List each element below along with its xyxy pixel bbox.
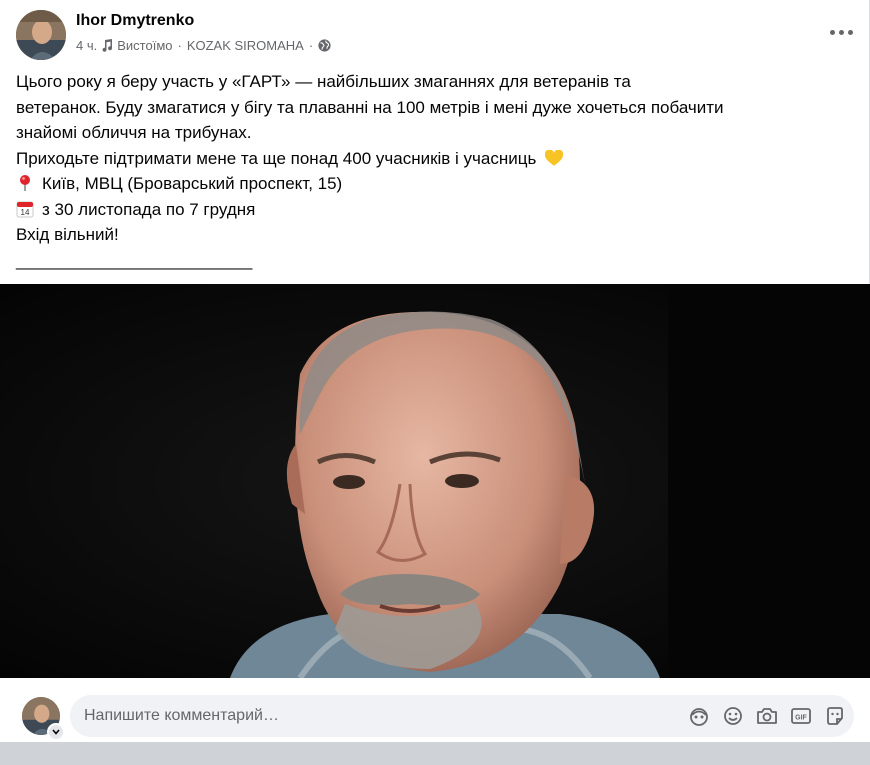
text-line: ветеранок. Буду змагатися у бігу та плав… xyxy=(16,97,724,117)
more-horizontal-icon xyxy=(829,29,835,35)
song-title[interactable]: Вистоїмо xyxy=(117,38,172,53)
comment-placeholder: Напишите комментарий… xyxy=(84,707,279,724)
location-text: Київ, МВЦ (Броварський проспект, 15) xyxy=(42,174,343,193)
chevron-down-icon xyxy=(52,729,60,735)
author-name[interactable]: Ihor Dmytrenko xyxy=(76,12,194,30)
round-pushpin-icon xyxy=(20,175,30,191)
comment-composer: Напишите комментарий… GIF xyxy=(0,678,870,742)
comment-tools: GIF xyxy=(688,705,846,727)
meta-separator: · xyxy=(308,38,314,53)
text-divider: _________________________ xyxy=(16,250,253,270)
next-post-strip xyxy=(0,742,870,765)
text-line: Приходьте підтримати мене та ще понад 40… xyxy=(16,146,816,172)
entry-line: Вхід вільний! xyxy=(16,225,119,244)
sticker-icon[interactable] xyxy=(824,705,846,727)
post-photo[interactable] xyxy=(0,284,870,678)
post-text: Цього року я беру участь у «ГАРТ» — найб… xyxy=(16,69,816,273)
text-line-content: Приходьте підтримати мене та ще понад 40… xyxy=(16,148,537,168)
more-options-button[interactable] xyxy=(827,18,855,46)
emoji-icon[interactable] xyxy=(722,705,744,727)
gif-label: GIF xyxy=(795,715,807,722)
yellow-heart-icon xyxy=(545,149,564,166)
account-switch-button[interactable] xyxy=(47,723,65,741)
meta-separator: · xyxy=(177,38,182,53)
comment-input[interactable]: Напишите комментарий… GIF xyxy=(70,695,854,737)
text-line: знайомі обличчя на трибунах. xyxy=(16,123,252,142)
post-card: Ihor Dmytrenko 4 ч. Вистоїмо · KOZAK SIR… xyxy=(0,0,870,742)
dates-text: з 30 листопада по 7 грудня xyxy=(42,199,256,219)
globe-icon[interactable] xyxy=(318,39,331,52)
calendar-icon: 14 xyxy=(16,201,34,217)
location-line: Київ, МВЦ (Броварський проспект, 15) xyxy=(16,171,816,197)
author-avatar[interactable] xyxy=(16,10,66,60)
avatar-sticker-icon[interactable] xyxy=(688,705,710,727)
post-meta: 4 ч. Вистоїмо · KOZAK SIROMAHA · xyxy=(76,38,331,53)
music-note-icon xyxy=(101,39,113,52)
calendar-day: 14 xyxy=(21,208,30,217)
gif-icon[interactable]: GIF xyxy=(790,705,812,727)
dates-line: 14 з 30 листопада по 7 грудня xyxy=(16,197,816,223)
artist-name[interactable]: KOZAK SIROMAHA xyxy=(187,38,304,53)
text-line: Цього року я беру участь у «ГАРТ» — найб… xyxy=(16,72,631,91)
camera-icon[interactable] xyxy=(756,705,778,727)
post-time[interactable]: 4 ч. xyxy=(76,38,97,53)
